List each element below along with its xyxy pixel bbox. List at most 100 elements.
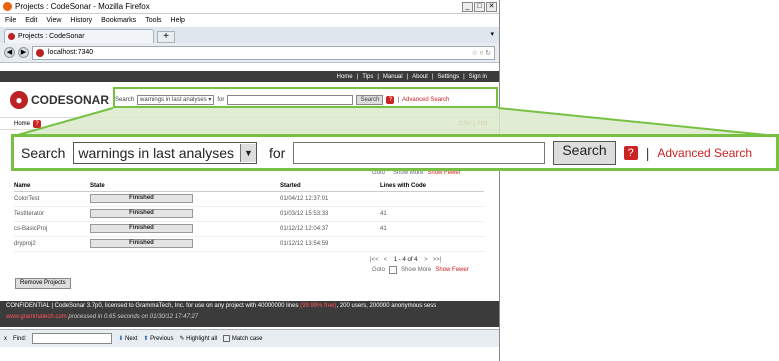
status-badge: Finished: [90, 239, 193, 248]
nav-settings[interactable]: Settings: [437, 74, 459, 80]
csv-link[interactable]: CSV: [459, 121, 471, 127]
title-bar: Projects : CodeSonar - Mozilla Firefox _…: [0, 0, 499, 14]
project-name[interactable]: cs-BasicProj: [14, 221, 90, 237]
footer-text: CONFIDENTIAL | CodeSonar 3.7p0, licensed…: [6, 303, 301, 309]
table-row[interactable]: ColorTest Finished 01/04/12 12:37:01: [14, 191, 484, 207]
pager-last[interactable]: >>|: [433, 257, 442, 263]
find-next-button[interactable]: ⬇ Next: [118, 335, 137, 342]
nav-sep: |: [377, 73, 379, 80]
projects-table: Name State Started Lines with Code Color…: [14, 181, 484, 252]
status-badge: Finished: [90, 224, 193, 233]
project-name[interactable]: dryproj2: [14, 236, 90, 252]
menu-help[interactable]: Help: [171, 17, 185, 24]
nav-sign-in[interactable]: Sign in: [469, 74, 487, 80]
started-cell: 01/04/12 12:37:01: [280, 191, 380, 207]
col-name[interactable]: Name: [14, 181, 90, 192]
search-button[interactable]: Search: [553, 140, 616, 165]
show-fewer-link[interactable]: Show Fewer: [435, 267, 468, 273]
codesonar-logo-icon: ●: [10, 90, 28, 109]
site-identity-icon: [36, 48, 44, 57]
processed-text: processed in 0.65 seconds on 01/30/12 17…: [66, 314, 199, 320]
find-input[interactable]: [32, 333, 113, 344]
down-arrow-icon: ⬇: [118, 336, 124, 342]
lines-cell: [380, 191, 484, 207]
minimize-button[interactable]: _: [462, 1, 473, 12]
lines-cell: 41: [380, 221, 484, 237]
lines-cell: [380, 236, 484, 252]
codesonar-logo[interactable]: ● CODESONAR: [10, 90, 109, 109]
xml-link[interactable]: XML: [477, 121, 489, 127]
table-row[interactable]: cs-BasicProj Finished 01/12/12 12:04:37 …: [14, 221, 484, 237]
footer-text-2: , 200 users, 200000 anonymous sess: [336, 303, 437, 309]
close-button[interactable]: ✕: [486, 1, 497, 12]
url-bar[interactable]: localhost:7340 ☆ ▿ ↻: [32, 45, 495, 60]
pager: |<< < 1 - 4 of 4 > >>|: [370, 257, 441, 263]
nav-sep: |: [431, 73, 434, 80]
nav-home[interactable]: Home: [337, 74, 353, 80]
pager-next[interactable]: >: [424, 257, 428, 263]
match-case-checkbox[interactable]: Match case: [223, 334, 263, 342]
project-name[interactable]: TestIterator: [14, 206, 90, 222]
started-cell: 01/12/12 13:54:59: [280, 236, 380, 252]
tab-label: Projects : CodeSonar: [18, 33, 85, 40]
help-icon[interactable]: ?: [33, 119, 42, 128]
table-row[interactable]: TestIterator Finished 01/03/12 15:53:33 …: [14, 206, 484, 222]
tab-list-chevron-icon[interactable]: ▾: [490, 30, 494, 38]
col-started[interactable]: Started: [280, 181, 380, 192]
tab-projects[interactable]: Projects : CodeSonar: [4, 29, 154, 43]
firefox-icon: [3, 2, 12, 11]
menu-file[interactable]: File: [5, 17, 16, 24]
pen-icon: ✎: [179, 336, 185, 342]
forward-arrow-icon[interactable]: ▶: [18, 47, 29, 58]
bookmark-star-icon[interactable]: ☆ ▿ ↻: [471, 49, 491, 57]
find-close-icon[interactable]: x: [4, 336, 7, 342]
menu-bookmarks[interactable]: Bookmarks: [101, 17, 136, 24]
col-state[interactable]: State: [90, 181, 280, 192]
goto-input[interactable]: [389, 266, 398, 274]
window-title: Projects : CodeSonar - Mozilla Firefox: [15, 2, 150, 11]
started-cell: 01/03/12 15:53:33: [280, 206, 380, 222]
site-nav: Home | Tips | Manual | About | Settings | Sig…: [0, 71, 499, 82]
goto-label: Goto: [372, 267, 386, 273]
footer: CONFIDENTIAL | CodeSonar 3.7p0, licensed…: [0, 301, 499, 327]
pager-first[interactable]: |<<: [370, 257, 379, 263]
search-input[interactable]: [293, 141, 546, 164]
menu-view[interactable]: View: [46, 17, 61, 24]
advanced-search-link[interactable]: Advanced Search: [657, 146, 752, 160]
menu-bar: File Edit View History Bookmarks Tools H…: [0, 14, 499, 27]
url-text: localhost:7340: [48, 49, 94, 56]
grammatech-link[interactable]: www.grammatech.com: [6, 314, 67, 320]
search-scope-select[interactable]: warnings in last analyses ▼: [73, 141, 257, 164]
browser-window: Projects : CodeSonar - Mozilla Firefox _…: [0, 0, 500, 361]
highlight-all-button[interactable]: ✎ Highlight all: [179, 335, 217, 342]
breadcrumb: Home ? CSV | XML: [0, 118, 499, 130]
nav-about[interactable]: About: [412, 74, 428, 80]
find-previous-button[interactable]: ⬆ Previous: [143, 335, 173, 342]
breadcrumb-home[interactable]: Home: [14, 121, 30, 127]
col-lines[interactable]: Lines with Code: [380, 181, 484, 192]
nav-tips[interactable]: Tips: [362, 74, 373, 80]
remove-projects-button[interactable]: Remove Projects: [15, 278, 71, 289]
menu-history[interactable]: History: [70, 17, 92, 24]
back-arrow-icon[interactable]: ◀: [4, 47, 15, 58]
chevron-down-icon: ▼: [240, 143, 256, 162]
goto-bottom: Goto Show More Show Fewer: [372, 266, 469, 274]
menu-edit[interactable]: Edit: [25, 17, 37, 24]
new-tab-button[interactable]: +: [157, 31, 175, 43]
table-row[interactable]: dryproj2 Finished 01/12/12 13:54:59: [14, 236, 484, 252]
show-more-link[interactable]: Show More: [401, 267, 431, 273]
maximize-button[interactable]: □: [474, 1, 485, 12]
project-name[interactable]: ColorTest: [14, 191, 90, 207]
status-badge: Finished: [90, 209, 193, 218]
codesonar-favicon-icon: [8, 33, 15, 40]
separator: |: [473, 120, 475, 127]
for-label: for: [269, 144, 286, 161]
nav-manual[interactable]: Manual: [383, 74, 403, 80]
find-label: Find:: [13, 335, 27, 342]
pager-prev[interactable]: <: [384, 257, 388, 263]
help-icon[interactable]: ?: [623, 145, 638, 160]
up-arrow-icon: ⬆: [143, 336, 149, 342]
tab-bar: Projects : CodeSonar + ▾: [0, 27, 499, 43]
menu-tools[interactable]: Tools: [145, 17, 161, 24]
pager-range: 1 - 4 of 4: [393, 257, 418, 263]
